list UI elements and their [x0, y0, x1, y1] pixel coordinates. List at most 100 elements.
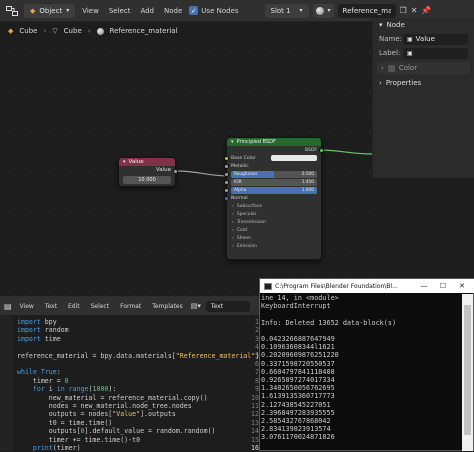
te-menu-select[interactable]: Select — [88, 303, 113, 310]
code-line[interactable]: import random — [17, 326, 69, 334]
label-label: Label: — [379, 49, 401, 57]
panel-transmission[interactable]: › Transmission — [227, 218, 321, 226]
text-editor-type-icon[interactable]: ▤ — [4, 302, 12, 311]
bsdf-node-title: Principled BSDF — [236, 139, 276, 145]
console-title-bar[interactable]: C:\Program Files\Blender Foundation\Bl..… — [260, 279, 474, 293]
console-line: 2.127438545227051 — [261, 400, 331, 409]
text-file-name: Text — [210, 302, 224, 310]
metallic-label: Metallic — [231, 163, 249, 169]
value-node[interactable]: ▾ Value Value 10.000 — [118, 157, 178, 187]
label-field[interactable]: ▣ — [403, 47, 468, 59]
line-number: 15 — [251, 435, 259, 444]
principled-bsdf-node[interactable]: ▾ Principled BSDF BSDF Base Color Metall… — [224, 137, 324, 260]
value-node-title: Value — [128, 159, 144, 165]
code-line[interactable]: nodes = new_material.node_tree.nodes — [17, 402, 192, 410]
metallic-row: Metallic — [224, 162, 321, 170]
code-line[interactable]: timer = 0 — [17, 377, 69, 385]
node-section-title: Node — [386, 21, 405, 29]
base-color-label: Base Color — [231, 155, 256, 161]
console-line: 0.20209609876251220 — [261, 351, 339, 360]
name-row: Name: ▣ Value — [373, 32, 474, 46]
console-line: 0.6604797841118408 — [261, 367, 335, 376]
ior-socket[interactable] — [224, 180, 229, 185]
code-line[interactable]: for i in range(1000): — [17, 385, 116, 393]
panel-subsurface[interactable]: › Subsurface — [227, 202, 321, 210]
value-output-row: Value — [119, 166, 175, 174]
close-icon[interactable]: ✕ — [454, 282, 470, 290]
node-section-header[interactable]: ▾ Node — [373, 18, 474, 32]
roughness-value: 0.500 — [301, 172, 314, 177]
code-line[interactable]: import bpy — [17, 318, 57, 326]
console-line: 2.585432767868042 — [261, 417, 331, 426]
value-output-socket[interactable] — [173, 169, 178, 174]
code-line[interactable]: outputs[0].default_value = random.random… — [17, 427, 216, 435]
value-output-label: Value — [155, 167, 171, 173]
line-number: 9 — [255, 385, 259, 394]
line-number: 11 — [251, 402, 259, 410]
properties-section-header[interactable]: › Properties — [373, 76, 474, 90]
panel-coat[interactable]: › Coat — [227, 226, 321, 234]
color-subpanel-header[interactable]: › Color — [377, 62, 470, 74]
text-editor-header: ▤ View Text Edit Select Format Templates… — [0, 297, 260, 315]
ior-row: IOR 1.450 — [224, 178, 321, 186]
console-line: 0.9265897274017334 — [261, 376, 335, 385]
chevron-right-icon: › — [232, 203, 234, 209]
code-line[interactable]: outputs = nodes["Value"].outputs — [17, 410, 176, 418]
chevron-down-icon: ▾ — [231, 139, 234, 145]
chevron-down-icon: ▾ — [379, 21, 383, 29]
alpha-socket[interactable] — [224, 188, 229, 193]
alpha-slider[interactable]: Alpha 1.000 — [231, 187, 317, 194]
alpha-value: 1.000 — [301, 188, 314, 193]
ior-field[interactable]: IOR 1.450 — [231, 179, 317, 186]
node-icon: ▣ — [407, 35, 413, 43]
code-line[interactable]: reference_material = bpy.data.materials[… — [17, 352, 259, 360]
te-menu-format[interactable]: Format — [117, 303, 144, 310]
value-number-field[interactable]: 10.000 — [123, 176, 171, 184]
te-menu-templates[interactable]: Templates — [149, 303, 186, 310]
console-line: 2.834139823913574 — [261, 425, 331, 434]
text-browse-icon[interactable]: ▤▾ — [191, 302, 201, 310]
minimize-icon[interactable]: — — [416, 282, 432, 290]
normal-row: Normal — [224, 194, 321, 202]
name-field[interactable]: ▣ Value — [403, 33, 468, 45]
color-checkbox[interactable] — [387, 64, 395, 72]
te-menu-view[interactable]: View — [17, 303, 37, 310]
bsdf-output-socket[interactable] — [319, 148, 324, 153]
panel-specular[interactable]: › Specular — [227, 210, 321, 218]
name-label: Name: — [379, 35, 403, 43]
text-name-field[interactable]: Text — [205, 300, 250, 312]
chevron-right-icon: › — [379, 79, 382, 87]
panel-label: Sheen — [236, 235, 251, 241]
panel-sheen[interactable]: › Sheen — [227, 234, 321, 242]
alpha-label: Alpha — [234, 188, 247, 193]
code-line[interactable]: timer += time.time()-t0 — [17, 436, 140, 444]
code-line[interactable]: new_material = reference_material.copy() — [17, 394, 208, 402]
properties-section-title: Properties — [385, 79, 422, 87]
panel-label: Subsurface — [236, 203, 263, 209]
console-scroll-thumb[interactable] — [464, 305, 471, 435]
bsdf-node-header[interactable]: ▾ Principled BSDF — [227, 138, 321, 146]
roughness-slider[interactable]: Roughness 0.500 — [231, 171, 317, 178]
sidebar-panel: ▾ Node Name: ▣ Value Label: ▣ › Color › … — [372, 18, 474, 178]
line-number: 2 — [255, 326, 259, 335]
code-line[interactable]: t0 = time.time() — [17, 419, 113, 427]
code-line[interactable]: while True: — [17, 368, 61, 376]
value-node-header[interactable]: ▾ Value — [119, 158, 175, 166]
code-area[interactable]: 1 import bpy 2 import random 3 import time 4 5 r… — [0, 315, 260, 452]
normal-label: Normal — [231, 195, 248, 201]
line-number: 4 — [255, 343, 259, 352]
panel-label: Coat — [236, 227, 248, 233]
te-menu-text[interactable]: Text — [42, 303, 60, 310]
maximize-icon[interactable]: ☐ — [435, 282, 451, 290]
chevron-down-icon: ▾ — [123, 159, 126, 165]
code-line[interactable]: import time — [17, 335, 61, 343]
ior-label: IOR — [234, 180, 242, 185]
base-color-socket[interactable] — [224, 156, 229, 161]
te-menu-edit[interactable]: Edit — [65, 303, 83, 310]
normal-socket[interactable] — [224, 196, 229, 201]
roughness-socket[interactable] — [224, 172, 229, 177]
base-color-swatch[interactable] — [271, 155, 317, 161]
panel-emission[interactable]: › Emission — [227, 242, 321, 250]
metallic-socket[interactable] — [224, 164, 229, 169]
